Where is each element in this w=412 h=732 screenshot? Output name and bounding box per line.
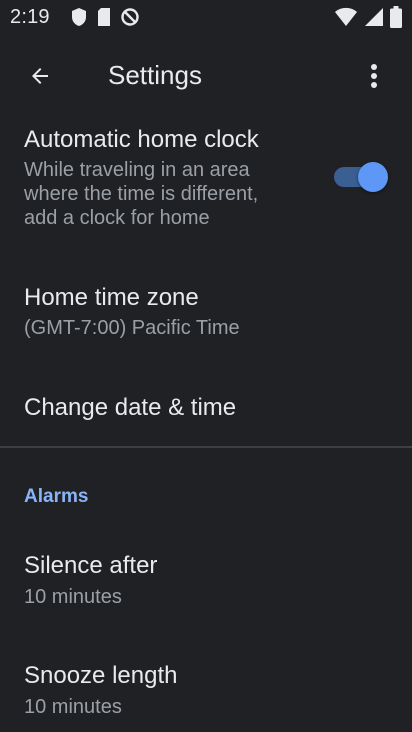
back-button[interactable]: [20, 58, 60, 98]
data-saver-icon: [120, 7, 140, 32]
home-time-zone-value: (GMT-7:00) Pacific Time: [24, 317, 240, 339]
silence-after-title: Silence after: [24, 552, 158, 579]
auto-home-clock-switch[interactable]: [328, 160, 388, 194]
wifi-icon: [334, 7, 358, 32]
snooze-length-setting[interactable]: Snooze length 10 minutes: [0, 660, 412, 730]
status-time: 2:19: [10, 6, 50, 28]
arrow-back-icon: [28, 64, 52, 93]
shield-icon: [70, 7, 88, 32]
switch-thumb: [358, 162, 388, 192]
more-options-button[interactable]: [354, 58, 394, 98]
page-title: Settings: [108, 60, 202, 90]
auto-home-clock-subtitle: While traveling in an area where the tim…: [24, 159, 259, 229]
status-bar: 2:19: [0, 0, 412, 38]
battery-icon: [390, 5, 402, 33]
auto-home-clock-title: Automatic home clock: [24, 126, 259, 153]
section-divider: [0, 446, 412, 448]
status-right-icons: [334, 5, 402, 33]
change-date-time-title: Change date & time: [24, 394, 237, 421]
change-date-time-setting[interactable]: Change date & time: [0, 390, 412, 430]
more-vert-icon: [370, 63, 378, 94]
snooze-length-value: 10 minutes: [24, 696, 122, 718]
silence-after-value: 10 minutes: [24, 586, 122, 608]
status-left-icons: [70, 7, 140, 31]
snooze-length-title: Snooze length: [24, 662, 178, 689]
alarms-section-header: Alarms: [24, 486, 89, 507]
home-time-zone-setting[interactable]: Home time zone (GMT-7:00) Pacific Time: [0, 282, 412, 350]
signal-icon: [364, 7, 384, 32]
app-bar: Settings: [0, 38, 412, 118]
silence-after-setting[interactable]: Silence after 10 minutes: [0, 550, 412, 620]
home-time-zone-title: Home time zone: [24, 284, 199, 311]
sd-card-icon: [96, 7, 112, 32]
